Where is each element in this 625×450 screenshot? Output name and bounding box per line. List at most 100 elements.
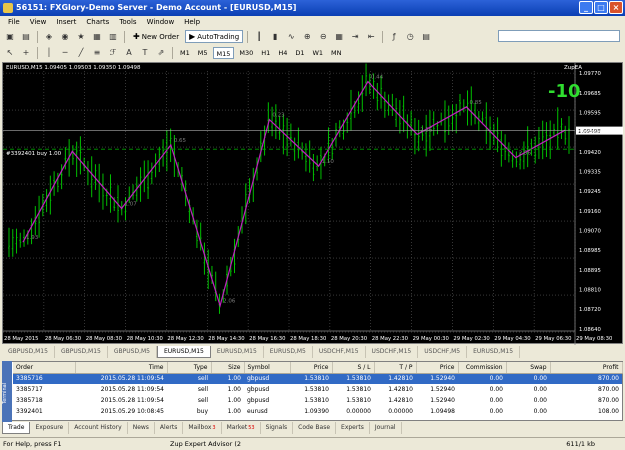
channel-icon[interactable]: ≡ [90,46,104,59]
column-header[interactable]: Commission [458,362,507,374]
chart-tab[interactable]: GBPUSD,M5 [108,346,157,358]
search-input[interactable] [498,30,620,42]
column-header[interactable]: Price [416,362,459,374]
price-chart[interactable]: 1.931.070.652.060.231.100.442.560.852.56… [3,63,624,345]
tile-icon[interactable]: ▦ [332,30,346,43]
menu-charts[interactable]: Charts [81,16,114,29]
new-order-button[interactable]: ✚ New Order [129,30,183,43]
fibonacci-icon[interactable]: ℱ [106,46,120,59]
terminal-tab[interactable]: Signals [261,422,294,434]
autotrading-button[interactable]: ▶ AutoTrading [185,30,244,43]
terminal-panel: Order Time Type Size Symbol Price S / LT / P Pr… [2,361,623,421]
vertical-line-icon[interactable]: │ [42,46,56,59]
menu-window[interactable]: Window [142,16,180,29]
candlestick-icon[interactable]: ▮ [268,30,282,43]
order-size-cell: 1.00 [227,386,241,393]
profiles-icon[interactable]: ▤ [19,30,33,43]
ea-profit-label: -10 [548,81,581,102]
chart-shift-icon[interactable]: ⇤ [364,30,378,43]
terminal-tab[interactable]: Trade [2,422,31,434]
periods-icon[interactable]: ◷ [403,30,417,43]
terminal-tab[interactable]: Account History [69,422,128,434]
terminal-tab[interactable]: Market53 [222,422,261,434]
chart-tab[interactable]: EURUSD,M15 [467,346,521,358]
maximize-button[interactable]: □ [594,1,608,14]
indicators-icon[interactable]: ƒ [387,30,401,43]
data-window-icon[interactable]: ◉ [58,30,72,43]
period-m1[interactable]: M1 [177,47,193,59]
chart-tab[interactable]: GBPUSD,M15 [2,346,55,358]
period-d1[interactable]: D1 [292,47,307,59]
menu-help[interactable]: Help [179,16,205,29]
column-header[interactable]: Order [13,362,76,374]
minimize-button[interactable]: _ [579,1,593,14]
tester-icon[interactable]: ▥ [106,30,120,43]
terminal-tab[interactable]: Journal [370,422,402,434]
menu-view[interactable]: View [25,16,52,29]
zoom-out-icon[interactable]: ⊖ [316,30,330,43]
market-watch-icon[interactable]: ◈ [42,30,56,43]
cursor-icon[interactable]: ↖ [3,46,17,59]
order-tp-cell: 1.42810 [374,373,416,384]
terminal-tab[interactable]: Alerts [155,422,184,434]
time-axis-label: 29 May 04:30 [494,336,531,342]
chart-tab[interactable]: EURUSD,M15 [211,346,264,358]
period-m30[interactable]: M30 [236,47,256,59]
autoscroll-icon[interactable]: ⇥ [348,30,362,43]
terminal-tab[interactable]: News [128,422,155,434]
templates-icon[interactable]: ▤ [419,30,433,43]
chart-tab[interactable]: USDCHF,M5 [418,346,468,358]
menu-tools[interactable]: Tools [114,16,141,29]
trendline-icon[interactable]: ╱ [74,46,88,59]
terminal-icon[interactable]: ▦ [90,30,104,43]
period-m5[interactable]: M5 [195,47,211,59]
new-chart-icon[interactable]: ▣ [3,30,17,43]
label-tool-icon[interactable]: T [138,46,152,59]
terminal-tab[interactable]: Mailbox3 [183,422,222,434]
menu-file[interactable]: File [3,16,25,29]
order-row[interactable]: 3385717 2015.05.28 11:09:54 sell 1.00 gbpusd… [13,384,622,395]
chart-tab[interactable]: GBPUSD,M15 [55,346,108,358]
column-header[interactable]: Price [290,362,333,374]
navigator-icon[interactable]: ★ [74,30,88,43]
close-button[interactable]: × [609,1,623,14]
period-m15[interactable]: M15 [212,46,235,59]
column-header[interactable]: S / L [332,362,375,374]
order-row[interactable]: 3392401 2015.05.29 10:08:45 buy 1.00 eurusd 1… [13,406,622,417]
period-w1[interactable]: W1 [309,47,326,59]
chart-window[interactable]: 1.93 1.07 0.65 2.06 0.23 1.10 0.44 2.56 0.85 2.56… [2,62,624,345]
ea-label: ZupEA [564,65,582,71]
column-header[interactable]: Time [75,362,168,374]
terminal-tab[interactable]: Code Base [293,422,337,434]
chart-tab[interactable]: USDCHF,M15 [366,346,419,358]
horizontal-line-icon[interactable]: ─ [58,46,72,59]
menu-insert[interactable]: Insert [51,16,81,29]
line-chart-icon[interactable]: ∿ [284,30,298,43]
zoom-in-icon[interactable]: ⊕ [300,30,314,43]
period-h1[interactable]: H1 [258,47,273,59]
zigzag-label: 0.65 [174,138,187,144]
terminal-tab[interactable]: Experts [336,422,370,434]
period-h4[interactable]: H4 [275,47,290,59]
menu-bar: File View Insert Charts Tools Window Hel… [0,16,625,29]
text-tool-icon[interactable]: A [122,46,136,59]
order-row[interactable]: 3385716 2015.05.28 11:09:54 sell 1.00 gbpusd… [13,373,622,384]
column-header[interactable]: Profit [550,362,623,374]
crosshair-icon[interactable]: + [19,46,33,59]
period-mn[interactable]: MN [328,47,344,59]
arrows-icon[interactable]: ⇗ [154,46,168,59]
price-axis-label: 1.09335 [579,169,601,175]
order-row[interactable]: 3385718 2015.05.28 11:09:54 sell 1.00 gbpusd… [13,395,622,406]
column-header[interactable]: Type [167,362,212,374]
chart-tab[interactable]: EURUSD,M5 [264,346,313,358]
zigzag-label: 0.44 [371,75,384,81]
terminal-tab[interactable]: Exposure [30,422,70,434]
column-header[interactable]: Size [211,362,245,374]
column-header[interactable]: T / P [374,362,417,374]
bar-chart-icon[interactable]: ┃ [252,30,266,43]
column-header[interactable]: Swap [506,362,551,374]
column-header[interactable]: Symbol [244,362,291,374]
chart-tab[interactable]: USDCHF,M15 [313,346,366,358]
order-tp-cell: 1.42810 [388,397,413,404]
chart-tab[interactable]: EURUSD,M15 [156,346,211,358]
